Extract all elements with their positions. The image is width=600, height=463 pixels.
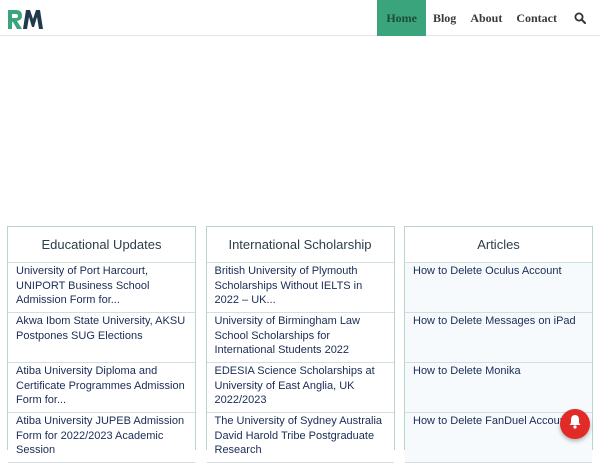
list-item[interactable]: How to Delete Messages on iPad [405, 313, 592, 363]
list-item-link[interactable]: Akwa Ibom State University, AKSU Postpon… [16, 313, 187, 343]
list-item-link[interactable]: Atiba University JUPEB Admission Form fo… [16, 413, 187, 458]
list-item[interactable]: How to Delete Oculus Account [405, 263, 592, 313]
list-item[interactable]: Akwa Ibom State University, AKSU Postpon… [8, 313, 195, 363]
list-item-link[interactable]: University of Port Harcourt, UNIPORT Bus… [16, 263, 187, 308]
notification-bell-button[interactable] [560, 409, 590, 439]
list-item-link[interactable]: University of Birmingham Law School Scho… [215, 313, 386, 358]
nav-contact[interactable]: Contact [509, 0, 564, 36]
column-title: Educational Updates [8, 227, 195, 263]
search-icon[interactable] [564, 0, 592, 36]
list-item[interactable]: EDESIA Science Scholarships at Universit… [206, 363, 394, 413]
list-item[interactable]: Atiba University JUPEB Admission Form fo… [8, 413, 195, 463]
nav-home[interactable]: Home [377, 0, 426, 36]
list-item[interactable]: University of Port Harcourt, UNIPORT Bus… [8, 263, 195, 313]
list-item-link[interactable]: How to Delete Monika [413, 363, 584, 379]
list-item[interactable]: The University of Sydney Australia David… [206, 413, 394, 463]
list-item[interactable]: How to Delete Monika [405, 363, 592, 413]
main-nav: Home Blog About Contact [377, 0, 592, 36]
bell-icon [568, 414, 582, 434]
list-item-link[interactable]: How to Delete FanDuel Account [413, 413, 584, 429]
top-navbar: Home Blog About Contact [0, 0, 600, 36]
list-item[interactable]: British University of Plymouth Scholarsh… [206, 263, 394, 313]
list-item-link[interactable]: EDESIA Science Scholarships at Universit… [215, 363, 386, 408]
column-international-scholarship: International Scholarship British Univer… [205, 226, 395, 463]
list-item-link[interactable]: Atiba University Diploma and Certificate… [16, 363, 187, 408]
column-title: Articles [405, 227, 592, 263]
column-title: International Scholarship [206, 227, 394, 263]
site-logo[interactable] [6, 7, 44, 31]
list-item-link[interactable]: The University of Sydney Australia David… [215, 413, 386, 458]
column-educational-updates: Educational Updates University of Port H… [7, 226, 196, 463]
nav-blog[interactable]: Blog [426, 0, 463, 36]
list-item-link[interactable]: How to Delete Oculus Account [413, 263, 584, 279]
list-item-link[interactable]: How to Delete Messages on iPad [413, 313, 584, 329]
list-item[interactable]: University of Birmingham Law School Scho… [206, 313, 394, 363]
list-item[interactable]: Atiba University Diploma and Certificate… [8, 363, 195, 413]
nav-about[interactable]: About [463, 0, 509, 36]
list-item-link[interactable]: British University of Plymouth Scholarsh… [215, 263, 386, 308]
category-grid: Educational Updates University of Port H… [7, 226, 593, 463]
